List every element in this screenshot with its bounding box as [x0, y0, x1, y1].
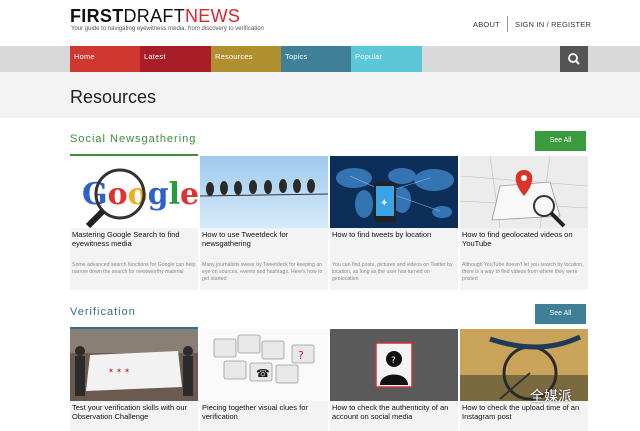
nav-latest[interactable]: Latest — [140, 46, 211, 72]
resource-card[interactable]: ✦ How to find tweets by location You can… — [330, 156, 458, 290]
card-image-phone-map: ✦ — [330, 156, 458, 228]
search-icon — [568, 53, 580, 65]
svg-text:?: ? — [298, 349, 304, 362]
card-title[interactable]: How to find tweets by location — [332, 230, 456, 239]
resource-card[interactable]: ? ☎ Piecing together visual clues for ve… — [200, 329, 328, 431]
card-description: Although YouTube doesn't let you search … — [462, 262, 584, 282]
svg-text:☎: ☎ — [256, 367, 270, 380]
nav-resources[interactable]: Resources — [211, 46, 281, 72]
resource-card[interactable]: Google Mastering Google Search to find e… — [70, 156, 198, 290]
card-image-google: Google — [70, 156, 198, 228]
main-nav: Home Latest Resources Topics Popular — [0, 46, 640, 72]
card-image-unknown-profile: ? — [330, 329, 458, 401]
resource-card[interactable]: ✶ ✶ ✶ Test your verification skills with… — [70, 329, 198, 431]
site-tagline: Your guide to navigating eyewitness medi… — [71, 26, 264, 32]
see-all-button-verification[interactable]: See All — [535, 304, 586, 324]
card-image-map-pin — [460, 156, 588, 228]
about-link[interactable]: ABOUT — [473, 20, 500, 29]
site-header: FIRSTDRAFTNEWS Your guide to navigating … — [0, 0, 640, 46]
card-description: Many journalists swear by Tweetdeck for … — [202, 262, 323, 282]
svg-text:✶ ✶ ✶: ✶ ✶ ✶ — [108, 367, 130, 375]
resource-card[interactable]: How to use Tweetdeck for newsgathering M… — [200, 156, 328, 290]
resource-card[interactable]: ? How to check the authenticity of an ac… — [330, 329, 458, 431]
card-title[interactable]: How to check the authenticity of an acco… — [332, 403, 456, 421]
logo-first: FIRST — [70, 6, 124, 26]
section-heading-verification: Verification — [70, 306, 136, 318]
card-title[interactable]: Piecing together visual clues for verifi… — [202, 403, 326, 421]
card-title[interactable]: How to find geolocated videos on YouTube — [462, 230, 586, 248]
card-description: You can find posts, pictures and videos … — [332, 262, 453, 282]
resource-card[interactable]: How to find geolocated videos on YouTube… — [460, 156, 588, 290]
card-title[interactable]: Mastering Google Search to find eyewitne… — [72, 230, 196, 248]
site-logo[interactable]: FIRSTDRAFTNEWS — [70, 6, 240, 26]
logo-news: NEWS — [185, 6, 241, 26]
nav-topics[interactable]: Topics — [281, 46, 351, 72]
signin-register-link[interactable]: SIGN IN / REGISTER — [515, 20, 591, 29]
card-title[interactable]: Test your verification skills with our O… — [72, 403, 196, 421]
card-title[interactable]: How to use Tweetdeck for newsgathering — [202, 230, 326, 248]
resource-card[interactable]: How to check the upload time of an Insta… — [460, 329, 588, 431]
page-title: Resources — [70, 87, 157, 107]
nav-popular[interactable]: Popular — [351, 46, 422, 72]
header-divider — [507, 16, 508, 32]
card-image-protest: ✶ ✶ ✶ — [70, 329, 198, 401]
svg-text:?: ? — [391, 356, 396, 366]
card-image-puzzle: ? ☎ — [200, 329, 328, 401]
card-image-birds — [200, 156, 328, 228]
section-heading-social-newsgathering: Social Newsgathering — [70, 133, 197, 145]
logo-draft: DRAFT — [123, 6, 185, 26]
see-all-button-social[interactable]: See All — [535, 131, 586, 151]
search-button[interactable] — [560, 46, 588, 72]
nav-home[interactable]: Home — [70, 46, 140, 72]
watermark-logo: 全媒派 — [530, 389, 572, 405]
svg-text:✦: ✦ — [380, 198, 388, 209]
card-description: Some advanced search functions for Googl… — [72, 262, 196, 275]
